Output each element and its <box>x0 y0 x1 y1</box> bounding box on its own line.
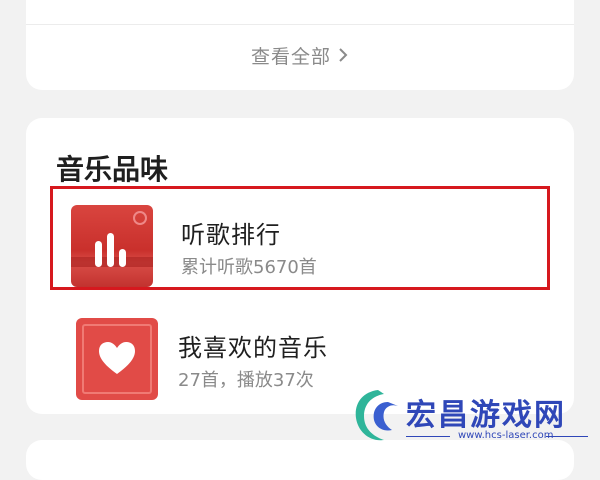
dragon-logo-icon <box>355 390 398 441</box>
watermark: 宏昌游戏网 www.hcs-laser.com <box>348 384 600 450</box>
divider <box>26 24 574 25</box>
watermark-url: www.hcs-laser.com <box>458 430 554 441</box>
item-title: 我喜欢的音乐 <box>178 334 328 362</box>
view-all-link[interactable]: 查看全部 <box>26 42 574 69</box>
music-taste-card: 音乐品味 听歌排行 累计听歌5670首 我喜欢的音乐 27首，播放37次 <box>26 118 574 414</box>
ranking-cover <box>71 205 153 287</box>
bar-chart-icon <box>95 233 126 267</box>
item-subtitle: 累计听歌5670首 <box>181 257 317 278</box>
watermark-name: 宏昌游戏网 <box>406 398 566 433</box>
chevron-right-icon <box>337 44 349 68</box>
heart-icon <box>99 342 135 374</box>
liked-music-cover <box>76 318 158 400</box>
section-title: 音乐品味 <box>56 153 169 186</box>
item-subtitle: 27首，播放37次 <box>178 370 314 391</box>
item-title: 听歌排行 <box>181 221 281 249</box>
top-card: 查看全部 <box>26 0 574 90</box>
view-all-label: 查看全部 <box>250 46 331 68</box>
listening-ranking-item[interactable]: 听歌排行 累计听歌5670首 <box>50 186 550 290</box>
